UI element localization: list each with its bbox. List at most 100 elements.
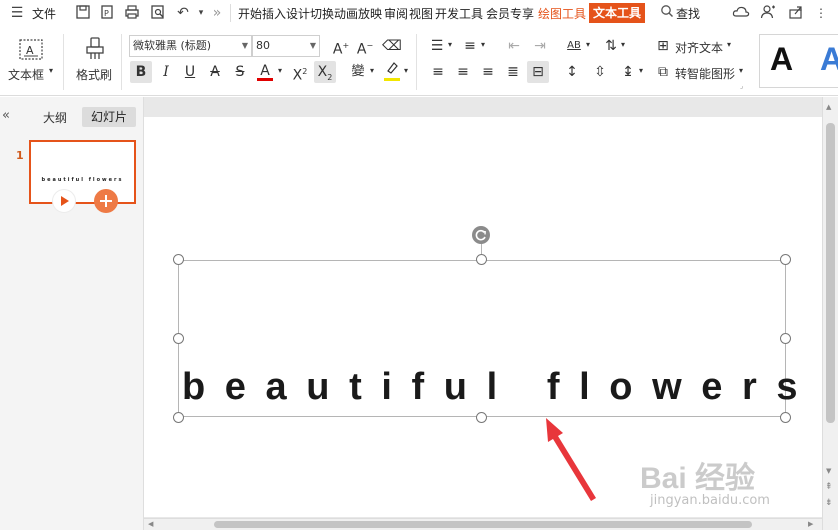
resize-handle-ne[interactable]: [780, 254, 791, 265]
highlight-button[interactable]: [381, 60, 403, 82]
resize-handle-w[interactable]: [173, 333, 184, 344]
export-icon[interactable]: P: [98, 4, 116, 22]
format-painter-label[interactable]: 格式刷: [76, 66, 112, 83]
tab-animation[interactable]: 动画: [334, 5, 358, 22]
file-menu[interactable]: 文件: [32, 5, 56, 22]
justify-icon[interactable]: ≣: [502, 61, 524, 83]
add-icon[interactable]: [94, 189, 118, 213]
tab-view[interactable]: 视图: [409, 5, 433, 22]
font-name-select[interactable]: 微软雅黑 (标题) ▼: [129, 35, 252, 57]
tab-design[interactable]: 设计: [286, 5, 310, 22]
share-icon[interactable]: [787, 4, 805, 22]
tab-review[interactable]: 审阅: [384, 5, 408, 22]
resize-handle-se[interactable]: [780, 412, 791, 423]
font-color-button[interactable]: A: [254, 60, 276, 82]
increase-indent-icon[interactable]: ⇥: [529, 35, 551, 57]
line-spacing-icon[interactable]: ↕: [561, 61, 583, 83]
align-right-icon[interactable]: ≡: [477, 61, 499, 83]
scroll-up-icon[interactable]: ▲: [826, 103, 831, 111]
scroll-down-icon[interactable]: ▼: [826, 467, 831, 475]
char-spacing-icon[interactable]: AB: [563, 35, 585, 57]
style-sample-black[interactable]: A: [770, 41, 793, 78]
format-painter-icon[interactable]: [84, 37, 106, 63]
tab-slides[interactable]: 幻灯片: [82, 107, 136, 127]
cloud-icon[interactable]: [732, 4, 750, 22]
spacing-dropdown-icon[interactable]: ▾: [639, 66, 643, 75]
tab-slideshow[interactable]: 放映: [358, 5, 382, 22]
font-size-select[interactable]: 80 ▼: [252, 35, 320, 57]
horizontal-scroll-thumb[interactable]: [214, 521, 752, 528]
collapse-icon[interactable]: «: [2, 108, 10, 123]
tab-text-tools[interactable]: 文本工具: [589, 3, 646, 23]
smartart-dropdown-icon[interactable]: ▾: [739, 66, 743, 75]
preview-icon[interactable]: [149, 4, 167, 22]
tab-outline[interactable]: 大纲: [43, 109, 67, 126]
tab-insert[interactable]: 插入: [262, 5, 286, 22]
text-direction-icon[interactable]: ⇅: [600, 35, 622, 57]
resize-handle-n[interactable]: [476, 254, 487, 265]
distributed-align-icon[interactable]: ⊟: [527, 61, 549, 83]
textbox-icon[interactable]: A: [18, 38, 44, 62]
horizontal-scrollbar[interactable]: ◀ ▶: [144, 518, 822, 530]
style-sample-blue[interactable]: A: [820, 41, 838, 78]
align-text-label[interactable]: 对齐文本: [675, 39, 723, 56]
align-center-icon[interactable]: ≡: [452, 61, 474, 83]
print-icon[interactable]: [123, 4, 141, 22]
underline-button[interactable]: U: [179, 61, 201, 83]
save-icon[interactable]: [74, 4, 92, 22]
align-text-icon[interactable]: ⊞: [652, 35, 674, 57]
tab-transition[interactable]: 切换: [310, 5, 334, 22]
resize-handle-sw[interactable]: [173, 412, 184, 423]
more-icon[interactable]: »: [208, 4, 226, 22]
undo-icon[interactable]: ↶: [174, 4, 192, 22]
rotate-icon[interactable]: [472, 226, 490, 244]
smartart-label[interactable]: 转智能图形: [675, 65, 735, 82]
vertical-scroll-thumb[interactable]: [826, 123, 835, 423]
more-options-icon[interactable]: ⋮: [812, 4, 830, 22]
resize-handle-s[interactable]: [476, 412, 487, 423]
scroll-left-icon[interactable]: ◀: [148, 520, 153, 528]
slide-text[interactable]: beautiful flowers: [182, 365, 798, 409]
bullet-list-icon[interactable]: ☰: [426, 35, 448, 57]
bullet-dropdown-icon[interactable]: ▾: [448, 40, 452, 49]
shrink-font-icon[interactable]: A−: [354, 35, 376, 58]
tab-member[interactable]: 会员专享: [486, 5, 534, 22]
grow-font-icon[interactable]: A+: [330, 35, 352, 58]
text-direction-dropdown-icon[interactable]: ▾: [621, 40, 625, 49]
align-left-icon[interactable]: ≡: [427, 61, 449, 83]
search-icon[interactable]: [658, 4, 676, 22]
slide[interactable]: beautiful flowers Bai 经验 jingyan.baidu.c…: [144, 117, 822, 517]
slide-thumbnail[interactable]: beautiful flowers: [29, 140, 136, 204]
spacing-options-icon[interactable]: ↨: [617, 61, 639, 83]
dialog-launcher-icon[interactable]: ⌟: [740, 82, 743, 90]
user-icon[interactable]: [759, 4, 777, 22]
scroll-right-icon[interactable]: ▶: [808, 520, 813, 528]
vertical-scrollbar[interactable]: ▲ ▼ ⇞ ⇟: [822, 97, 838, 530]
decrease-indent-icon[interactable]: ⇤: [503, 35, 525, 57]
text-style-gallery[interactable]: A A: [759, 34, 838, 88]
char-spacing-dropdown-icon[interactable]: ▾: [586, 40, 590, 49]
tab-start[interactable]: 开始: [238, 5, 262, 22]
strikethrough-button[interactable]: A: [204, 61, 226, 83]
align-text-dropdown-icon[interactable]: ▾: [727, 40, 731, 49]
next-slide-icon[interactable]: ⇟: [825, 498, 833, 508]
resize-handle-nw[interactable]: [173, 254, 184, 265]
superscript-button[interactable]: X2: [289, 61, 311, 84]
smartart-icon[interactable]: ⧉: [652, 61, 674, 83]
tab-draw-tools[interactable]: 绘图工具: [538, 5, 586, 22]
highlight-dropdown-icon[interactable]: ▾: [404, 66, 408, 75]
textbox-dropdown-icon[interactable]: ▾: [49, 66, 53, 75]
clear-format-icon[interactable]: ⌫: [381, 35, 403, 57]
subscript-button[interactable]: X2: [314, 61, 336, 83]
font-color-dropdown-icon[interactable]: ▾: [278, 66, 282, 75]
numbered-dropdown-icon[interactable]: ▾: [481, 40, 485, 49]
tab-developer[interactable]: 开发工具: [435, 5, 483, 22]
bold-button[interactable]: B: [130, 61, 152, 83]
italic-button[interactable]: I: [155, 61, 177, 83]
numbered-list-icon[interactable]: ≡: [459, 35, 481, 57]
prev-slide-icon[interactable]: ⇞: [825, 482, 833, 492]
textbox-label[interactable]: 文本框: [8, 66, 44, 83]
play-icon[interactable]: [52, 189, 76, 213]
paragraph-spacing-icon[interactable]: ⇳: [589, 61, 611, 83]
menu-icon[interactable]: ☰: [8, 4, 26, 22]
